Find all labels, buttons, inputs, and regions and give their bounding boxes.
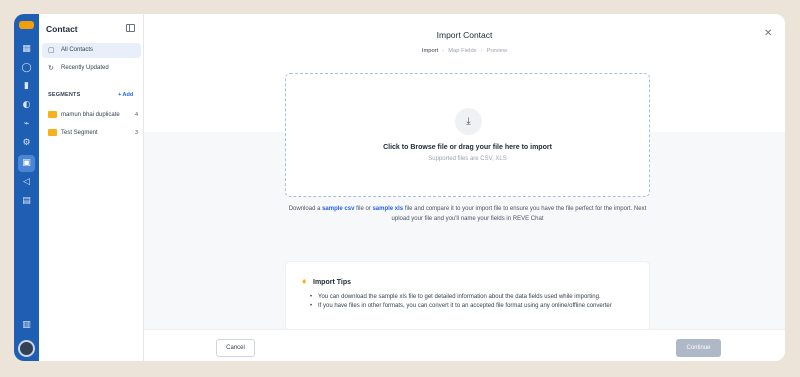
import-contact-panel: Import Contact ✕ Import › Map Fields › Previ… xyxy=(144,14,785,361)
help-text: Download a xyxy=(288,206,321,212)
chat-icon[interactable]: ◯ xyxy=(18,60,35,77)
grid-icon[interactable]: ▦ xyxy=(18,41,35,58)
segment-item[interactable]: mamun bhai duplicate 4 xyxy=(48,109,138,121)
modal-footer: Cancel Continue xyxy=(144,329,785,361)
lightbulb-icon: ♦ xyxy=(301,278,308,286)
tips-list: You can download the sample xls file to … xyxy=(310,293,640,311)
folder-icon xyxy=(48,129,57,136)
gift-icon[interactable]: ▥ xyxy=(18,317,35,334)
download-icon: ⤓ xyxy=(455,108,482,135)
breadcrumb: Import › Map Fields › Preview xyxy=(144,48,785,54)
continue-button[interactable]: Continue xyxy=(676,339,721,357)
left-icon-rail: ▦ ◯ ▮ ◐ ⌁ ⚙ ▣ ◁ ▤ ▥ xyxy=(14,14,39,361)
contact-icon[interactable]: ▣ xyxy=(18,155,35,172)
sidebar-item-all-contacts[interactable]: ▢ All Contacts xyxy=(42,43,141,58)
segment-label: mamun bhai duplicate xyxy=(61,112,120,118)
step-preview: Preview xyxy=(486,48,508,54)
sample-csv-link[interactable]: sample csv xyxy=(322,206,354,212)
add-segment-button[interactable]: + Add xyxy=(118,92,133,98)
list-item: You can download the sample xls file to … xyxy=(310,293,640,302)
folder-icon xyxy=(48,111,57,118)
segment-count: 4 xyxy=(134,112,138,118)
help-text: file and compare it to your import file … xyxy=(391,206,647,222)
segment-label: Test Segment xyxy=(61,130,98,136)
logo-icon[interactable] xyxy=(19,21,34,29)
sidebar-title: Contact xyxy=(46,24,78,34)
chevron-right-icon: › xyxy=(480,48,483,54)
chevron-right-icon: › xyxy=(442,48,445,54)
sidebar-item-recently-updated[interactable]: ↻ Recently Updated xyxy=(42,61,141,76)
users-icon: ▢ xyxy=(48,46,55,54)
segment-item[interactable]: Test Segment 3 xyxy=(48,127,138,139)
dropzone-main-text: Click to Browse file or drag your file h… xyxy=(383,144,552,151)
refresh-icon: ↻ xyxy=(48,64,54,72)
step-import: Import xyxy=(421,48,439,54)
list-item: If you have files in other formats, you … xyxy=(310,302,640,311)
sample-xls-link[interactable]: sample xls xyxy=(372,206,403,212)
app-window: ▦ ◯ ▮ ◐ ⌁ ⚙ ▣ ◁ ▤ ▥ Contact ▢ All Contac… xyxy=(14,14,785,361)
chart-icon[interactable]: ▮ xyxy=(18,78,35,95)
file-dropzone[interactable]: ⤓ Click to Browse file or drag your file… xyxy=(285,73,650,197)
cancel-button[interactable]: Cancel xyxy=(216,339,255,357)
sidebar-item-label: All Contacts xyxy=(61,47,94,53)
sample-file-help: Download a sample csv file or sample xls… xyxy=(285,204,650,224)
contact-sidebar: Contact ▢ All Contacts ↻ Recently Update… xyxy=(39,14,144,361)
help-text: file or xyxy=(356,206,371,212)
dropzone-sub-text: Supported files are CSV, XLS xyxy=(428,156,507,162)
avatar[interactable] xyxy=(18,340,35,357)
page-title: Import Contact xyxy=(436,30,493,40)
segments-heading: SEGMENTS xyxy=(48,92,81,98)
close-icon[interactable]: ✕ xyxy=(764,28,772,39)
segment-count: 3 xyxy=(134,130,138,136)
collapse-sidebar-icon[interactable] xyxy=(126,24,135,32)
plug-icon[interactable]: ⌁ xyxy=(18,116,35,133)
ticket-icon[interactable]: ▤ xyxy=(18,193,35,210)
palette-icon[interactable]: ◐ xyxy=(18,97,35,114)
import-tips-card: ♦ Import Tips You can download the sampl… xyxy=(285,261,650,331)
gear-icon[interactable]: ⚙ xyxy=(18,135,35,152)
step-map-fields: Map Fields xyxy=(448,48,477,54)
megaphone-icon[interactable]: ◁ xyxy=(18,174,35,191)
import-tips-title: Import Tips xyxy=(313,279,351,286)
sidebar-item-label: Recently Updated xyxy=(61,65,109,71)
